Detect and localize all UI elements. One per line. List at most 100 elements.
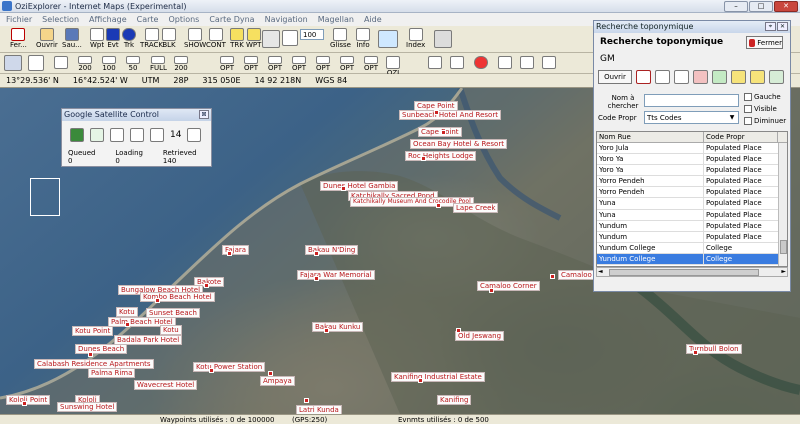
open-button[interactable]: Ouvrir — [36, 28, 58, 49]
map-label[interactable]: Dunes Beach — [75, 344, 128, 354]
map-label[interactable]: Sunswing Hotel — [57, 402, 118, 412]
zoom-100-button[interactable]: 100 — [102, 56, 116, 72]
map-label[interactable]: Sunbeach Hotel And Resort — [399, 110, 501, 120]
zoom-50-button[interactable]: 50 — [126, 56, 140, 72]
map-label[interactable]: Kotu — [160, 325, 182, 335]
map-label[interactable]: Roc Heights Lodge — [405, 151, 477, 161]
visible-checkbox[interactable]: Visible — [744, 105, 777, 113]
grid-vertical-scrollbar[interactable] — [778, 143, 787, 266]
map-label[interactable]: Kanifing Industrial Estate — [391, 372, 485, 382]
waypoint-marker[interactable] — [304, 398, 309, 403]
elevation-button[interactable] — [498, 56, 512, 69]
panel-close-button[interactable]: ✕ — [777, 22, 788, 31]
zoom-tool-button[interactable] — [262, 30, 280, 48]
wpt-list-button[interactable]: WPT — [246, 28, 261, 49]
edit-icon[interactable] — [655, 70, 670, 84]
option-button-2[interactable]: OPT — [244, 56, 258, 72]
trk-list-button[interactable]: TRK — [230, 28, 244, 49]
option-button-5[interactable]: OPT — [316, 56, 330, 72]
square-icon[interactable] — [750, 70, 765, 84]
satellite-control-button[interactable] — [434, 30, 452, 48]
zoom-200b-button[interactable]: 200 — [174, 56, 188, 72]
satellite-control-close-button[interactable]: ⊠ — [199, 110, 209, 119]
option-button-6[interactable]: OPT — [340, 56, 354, 72]
map-label[interactable]: Ocean Bay Hotel & Resort — [410, 139, 507, 149]
panel-pin-button[interactable]: ⌖ — [765, 22, 776, 31]
scroll-thumb[interactable] — [609, 269, 759, 276]
help-icon[interactable] — [769, 70, 784, 84]
map-label[interactable]: Old Jeswang — [455, 331, 505, 341]
menu-carte[interactable]: Carte — [137, 15, 159, 24]
cont-button[interactable]: CONT — [206, 28, 226, 49]
map-label[interactable]: Palma Rima — [88, 368, 136, 378]
move-arrows-button[interactable] — [378, 30, 398, 48]
scroll-thumb[interactable] — [780, 240, 787, 254]
zoom-in-icon[interactable] — [110, 128, 124, 142]
ouvrir-button[interactable]: Ouvrir — [598, 70, 632, 84]
settings-icon[interactable] — [187, 128, 202, 142]
maximize-button[interactable]: □ — [749, 1, 773, 12]
waypoint-marker[interactable] — [88, 352, 93, 357]
table-row[interactable]: Yoro Ya Populated Place — [597, 165, 787, 177]
delete-icon[interactable] — [636, 70, 651, 84]
table-row[interactable]: Yoro Jula Populated Place — [597, 143, 787, 155]
map-label[interactable]: Wavecrest Hotel — [134, 380, 198, 390]
gps-antenna-button[interactable] — [542, 56, 556, 69]
map-label[interactable]: Lape Creek — [453, 203, 499, 213]
show-button[interactable]: SHOW — [184, 28, 206, 49]
table-row[interactable]: Yundum Populated Place — [597, 231, 787, 243]
option-button-1[interactable]: OPT — [220, 56, 234, 72]
anchor-button[interactable] — [450, 56, 464, 69]
map-label[interactable]: Kololi Point — [6, 395, 51, 405]
map-label[interactable]: Kotu Point — [72, 326, 114, 336]
column-code-propr[interactable]: Code Propr — [704, 132, 778, 142]
menu-options[interactable]: Options — [168, 15, 199, 24]
table-row[interactable]: Yundum College College — [597, 242, 787, 254]
waypoint-marker[interactable] — [155, 298, 160, 303]
option-button-7[interactable]: OPT — [364, 56, 378, 72]
map-label[interactable]: Camaloo Corner — [477, 281, 540, 291]
waypoint-marker[interactable] — [314, 276, 319, 281]
info-button[interactable]: Info — [356, 28, 370, 49]
refresh-icon[interactable] — [90, 128, 104, 142]
map-label[interactable]: Bakau Kunku — [312, 322, 364, 332]
save-button[interactable]: Sau... — [62, 28, 82, 49]
menu-fichier[interactable]: Fichier — [6, 15, 32, 24]
menu-affichage[interactable]: Affichage — [89, 15, 127, 24]
zoom-full-button[interactable]: FULL — [150, 56, 167, 72]
code-select[interactable]: Tts Codes ▼ — [644, 111, 739, 124]
waypoint-marker[interactable] — [434, 110, 439, 115]
waypoint-marker[interactable] — [550, 274, 555, 279]
waypoint-marker[interactable] — [314, 251, 319, 256]
gauche-checkbox[interactable]: Gauche — [744, 93, 781, 101]
event-button[interactable]: Evt — [106, 28, 120, 49]
table-row[interactable]: Yorro Pendeh Populated Place — [597, 176, 787, 188]
column-nom-rue[interactable]: Nom Rue — [597, 132, 704, 142]
index-button[interactable]: Index — [406, 28, 425, 49]
table-row[interactable]: Yuna Populated Place — [597, 198, 787, 210]
zoom-select[interactable]: 100 — [300, 29, 324, 40]
table-row[interactable]: Yuna Populated Place — [597, 209, 787, 221]
waypoint-marker[interactable] — [227, 251, 232, 256]
zoom-out-icon[interactable] — [130, 128, 144, 142]
target-icon[interactable] — [693, 70, 708, 84]
close-button[interactable]: ✕ — [774, 1, 798, 12]
menu-selection[interactable]: Selection — [42, 15, 79, 24]
fermer-button[interactable]: Fermer — [746, 36, 783, 49]
zoom-window-button[interactable] — [282, 30, 298, 46]
waypoint-marker[interactable] — [22, 401, 27, 406]
menu-navigation[interactable]: Navigation — [265, 15, 308, 24]
option-button-3[interactable]: OPT — [268, 56, 282, 72]
menu-aide[interactable]: Aide — [364, 15, 382, 24]
scroll-right-icon[interactable]: ► — [781, 268, 786, 275]
search-panel-header[interactable]: Recherche toponymique ⌖ ✕ — [594, 21, 790, 33]
minimize-button[interactable]: – — [724, 1, 748, 12]
waypoint-marker[interactable] — [341, 186, 346, 191]
nav-track-button[interactable] — [28, 55, 44, 71]
nom-search-input[interactable] — [644, 94, 739, 107]
grid-horizontal-scrollbar[interactable]: ◄ ► — [596, 267, 788, 277]
map-label[interactable]: Kotu — [116, 307, 138, 317]
map-label[interactable]: Kotu Power Station — [193, 362, 266, 372]
waypoint-marker[interactable] — [456, 328, 461, 333]
track-button[interactable]: Trk — [122, 28, 136, 49]
